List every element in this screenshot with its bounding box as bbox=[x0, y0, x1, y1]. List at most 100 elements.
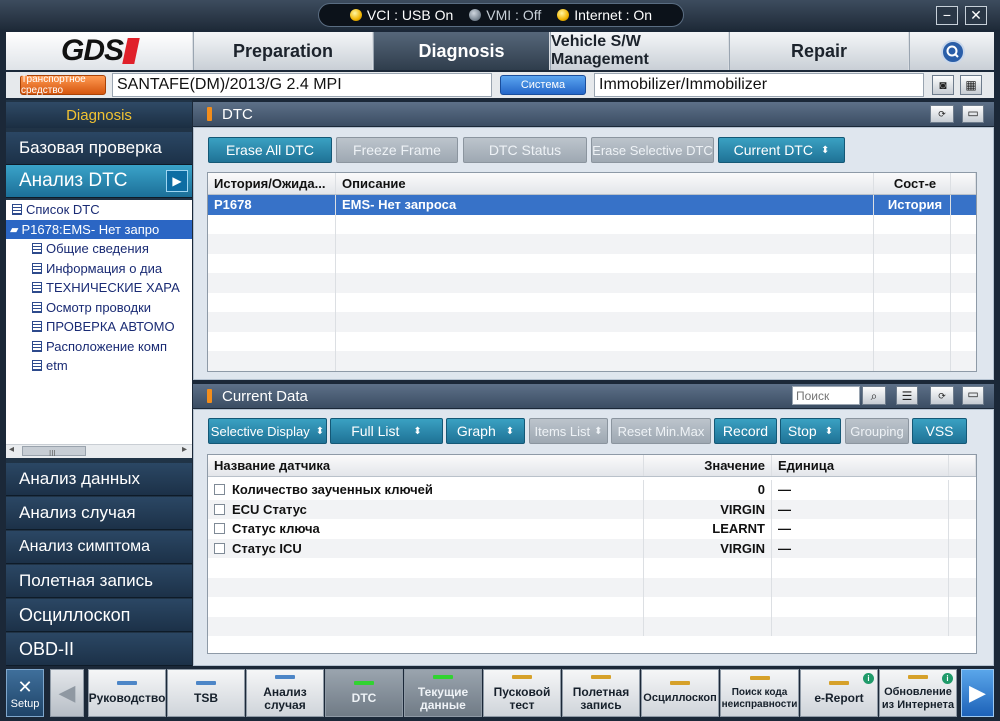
col-sensor-name[interactable]: Название датчика bbox=[208, 455, 644, 476]
scroll-thumb[interactable]: III bbox=[22, 446, 86, 458]
tree-item-vehicle-check[interactable]: ПРОВЕРКА АВТОМО bbox=[6, 317, 192, 337]
col-value[interactable]: Значение bbox=[644, 455, 772, 476]
sensor-value: VIRGIN bbox=[644, 499, 772, 519]
table-row[interactable]: Статус ключа LEARNT — bbox=[208, 519, 976, 539]
info-icon: i bbox=[942, 673, 953, 684]
col-state[interactable]: Сост-е bbox=[874, 173, 951, 194]
system-select-button[interactable]: Система bbox=[500, 75, 586, 95]
table-row[interactable]: ECU Статус VIRGIN — bbox=[208, 499, 976, 519]
erase-all-dtc-button[interactable]: Erase All DTC bbox=[208, 137, 332, 163]
tree-item-diag-info[interactable]: Информация о диа bbox=[6, 259, 192, 279]
bottom-btn-e-report[interactable]: i e-Report bbox=[800, 669, 878, 717]
vci-status: VCI : USB On bbox=[349, 7, 453, 23]
sidebar-item-dtc-analysis[interactable]: Анализ DTC ▶ bbox=[6, 165, 192, 198]
scroll-left-button[interactable]: ◀ bbox=[50, 669, 84, 717]
scroll-left-icon[interactable]: ◂ bbox=[9, 444, 14, 455]
tree-item-label: ПРОВЕРКА АВТОМО bbox=[46, 319, 175, 335]
scroll-right-icon[interactable]: ▸ bbox=[182, 444, 187, 455]
tree-item-label: P1678:EMS- Нет запро bbox=[21, 221, 160, 237]
selective-display-dropdown[interactable]: Selective Display ⬍ bbox=[208, 418, 327, 444]
row-checkbox[interactable] bbox=[214, 523, 225, 535]
sidebar-item-oscilloscope[interactable]: Осциллоскоп bbox=[6, 599, 192, 632]
expand-arrow-icon[interactable]: ▶ bbox=[166, 170, 188, 192]
erase-selective-dtc-button[interactable]: Erase Selective DTC bbox=[591, 137, 714, 163]
vehicle-select-button[interactable]: Транспортное средство bbox=[20, 74, 106, 96]
freeze-frame-button[interactable]: Freeze Frame bbox=[336, 137, 458, 163]
bottom-btn-dtc[interactable]: DTC bbox=[325, 669, 403, 717]
tree-item-wiring[interactable]: Осмотр проводки bbox=[6, 298, 192, 318]
status-led-icon bbox=[670, 681, 690, 685]
camera-icon[interactable]: ◙ bbox=[932, 75, 954, 95]
table-row-empty bbox=[208, 234, 976, 254]
tab-repair[interactable]: Repair bbox=[729, 32, 908, 70]
current-dtc-dropdown[interactable]: Current DTC ⬍ bbox=[718, 137, 845, 163]
search-input[interactable] bbox=[792, 386, 860, 405]
bottom-btn-internet-update[interactable]: i Обновление из Интернета bbox=[879, 669, 957, 717]
tree-item-dtc-list[interactable]: Список DTC bbox=[6, 200, 192, 220]
tab-diagnosis[interactable]: Diagnosis bbox=[373, 32, 549, 70]
sidebar-item-data-analysis[interactable]: Анализ данных bbox=[6, 463, 192, 496]
table-row[interactable]: Статус ICU VIRGIN — bbox=[208, 538, 976, 558]
maximize-panel-icon[interactable]: ▭ bbox=[962, 105, 984, 123]
sort-list-icon[interactable]: ☰ bbox=[896, 386, 918, 405]
layout-icon[interactable]: ▦ bbox=[960, 75, 982, 95]
table-row-empty bbox=[208, 253, 976, 273]
sidebar-item-basic-check[interactable]: Базовая проверка bbox=[6, 132, 192, 165]
maximize-panel-icon[interactable]: ▭ bbox=[962, 386, 984, 405]
graph-dropdown[interactable]: Graph ⬍ bbox=[446, 418, 525, 444]
row-checkbox[interactable] bbox=[214, 503, 225, 515]
col-history[interactable]: История/Ожида... bbox=[208, 173, 336, 194]
bottom-btn-case-analysis[interactable]: Анализ случая bbox=[246, 669, 324, 717]
tree-item-component-location[interactable]: Расположение комп bbox=[6, 337, 192, 357]
items-list-dropdown[interactable]: Items List ⬍ bbox=[529, 418, 608, 444]
table-row-empty bbox=[208, 292, 976, 312]
gds-logo: GDS bbox=[6, 32, 192, 70]
scroll-right-button[interactable]: ▶ bbox=[961, 669, 994, 717]
folder-open-icon: ▰ bbox=[10, 223, 19, 236]
tab-vehicle-sw-management[interactable]: Vehicle S/W Management bbox=[550, 32, 728, 70]
bottom-btn-flight-record[interactable]: Полетная запись bbox=[562, 669, 640, 717]
bottom-btn-fault-code-search[interactable]: Поиск кода неисправности bbox=[720, 669, 799, 717]
dtc-status-button[interactable]: DTC Status bbox=[463, 137, 587, 163]
row-checkbox[interactable] bbox=[214, 484, 225, 496]
bottom-btn-label: DTC bbox=[351, 691, 377, 705]
full-list-dropdown[interactable]: Full List ⬍ bbox=[330, 418, 443, 444]
full-list-label: Full List bbox=[351, 423, 400, 439]
current-data-toolbar: Selective Display ⬍ Full List ⬍ Graph ⬍ Ite… bbox=[208, 418, 988, 444]
setup-button[interactable]: ✕ Setup bbox=[6, 669, 44, 717]
stop-dropdown[interactable]: Stop ⬍ bbox=[780, 418, 841, 444]
tree-item-label: ТЕХНИЧЕСКИЕ ХАРА bbox=[46, 280, 180, 296]
vci-led-icon bbox=[349, 9, 362, 21]
sidebar-item-obd2[interactable]: OBD-II bbox=[6, 633, 192, 666]
grouping-button[interactable]: Grouping bbox=[845, 418, 909, 444]
col-description[interactable]: Описание bbox=[336, 173, 874, 194]
table-row[interactable]: P1678 EMS- Нет запроса История bbox=[208, 195, 976, 215]
minimize-button[interactable]: − bbox=[936, 6, 958, 25]
tree-item-specs[interactable]: ТЕХНИЧЕСКИЕ ХАРА bbox=[6, 278, 192, 298]
sidebar-item-flight-record[interactable]: Полетная запись bbox=[6, 565, 192, 598]
tab-preparation[interactable]: Preparation bbox=[193, 32, 372, 70]
tree-item-etm[interactable]: etm bbox=[6, 356, 192, 376]
retry-icon[interactable]: ⟳ bbox=[930, 386, 954, 405]
vss-button[interactable]: VSS bbox=[912, 418, 967, 444]
close-button[interactable]: ✕ bbox=[965, 6, 987, 25]
sidebar-item-symptom-analysis[interactable]: Анализ симптома bbox=[6, 531, 192, 564]
bottom-btn-tsb[interactable]: TSB bbox=[167, 669, 245, 717]
status-led-icon bbox=[433, 674, 453, 679]
bottom-btn-oscilloscope[interactable]: Осциллоскоп bbox=[641, 669, 719, 717]
bottom-btn-start-test[interactable]: Пусковой тест bbox=[483, 669, 561, 717]
bottom-btn-label: TSB bbox=[194, 691, 218, 705]
record-button[interactable]: Record bbox=[714, 418, 777, 444]
row-checkbox[interactable] bbox=[214, 542, 225, 554]
bottom-btn-manual[interactable]: Руководство bbox=[88, 669, 166, 717]
table-row[interactable]: Количество заученных ключей 0 — bbox=[208, 477, 976, 500]
retry-icon[interactable]: ⟳ bbox=[930, 105, 954, 123]
tree-item-general-info[interactable]: Общие сведения bbox=[6, 239, 192, 259]
sidebar-item-case-analysis[interactable]: Анализ случая bbox=[6, 497, 192, 530]
search-icon[interactable]: ⌕ bbox=[862, 386, 886, 405]
bottom-btn-label: Пусковой тест bbox=[493, 684, 551, 712]
reset-min-max-button[interactable]: Reset Min.Max bbox=[611, 418, 711, 444]
col-unit[interactable]: Единица bbox=[772, 455, 949, 476]
tree-item-p1678[interactable]: ▰ P1678:EMS- Нет запро bbox=[6, 219, 192, 239]
bottom-btn-current-data[interactable]: Текущие данные bbox=[404, 669, 482, 717]
